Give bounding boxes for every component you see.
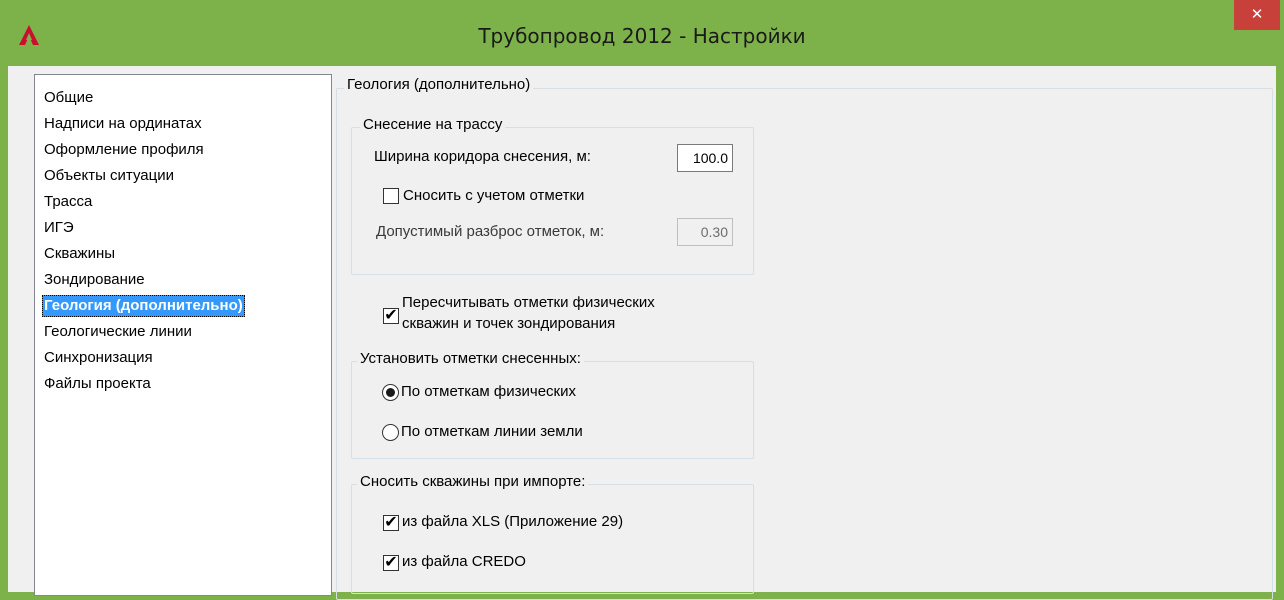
import-credo-label[interactable]: из файла CREDO <box>402 553 526 570</box>
import-xls-checkbox[interactable]: ✔ <box>383 515 399 531</box>
ground-line-elevations-label[interactable]: По отметкам линии земли <box>401 423 583 440</box>
physical-elevations-label[interactable]: По отметкам физических <box>401 383 576 400</box>
settings-category-list[interactable]: Общие Надписи на ординатах Оформление пр… <box>34 74 332 596</box>
import-xls-label[interactable]: из файла XLS (Приложение 29) <box>402 513 623 530</box>
sidebar-item-geology-extra[interactable]: Геология (дополнительно) <box>42 295 245 317</box>
sidebar-item-boreholes[interactable]: Скважины <box>42 243 117 265</box>
projection-group-title: Снесение на трассу <box>360 116 506 133</box>
corridor-width-label: Ширина коридора снесения, м: <box>374 148 591 165</box>
close-button[interactable]: ✕ <box>1234 0 1280 30</box>
snap-elevation-label[interactable]: Сносить с учетом отметки <box>403 187 584 204</box>
title-bar: Трубопровод 2012 - Настройки ✕ <box>0 0 1284 66</box>
import-credo-checkbox[interactable]: ✔ <box>383 555 399 571</box>
snap-elevation-checkbox[interactable] <box>383 188 399 204</box>
sidebar-item-route[interactable]: Трасса <box>42 191 94 213</box>
set-elevations-group-title: Установить отметки снесенных: <box>357 350 584 367</box>
sidebar-item-ige[interactable]: ИГЭ <box>42 217 76 239</box>
elevation-spread-label: Допустимый разброс отметок, м: <box>376 223 605 240</box>
sidebar-item-geologic-lines[interactable]: Геологические линии <box>42 321 194 343</box>
recalc-elevations-label-line2[interactable]: скважин и точек зондирования <box>402 315 615 332</box>
window-title: Трубопровод 2012 - Настройки <box>478 24 806 48</box>
corridor-width-input[interactable]: 100.0 <box>677 144 733 172</box>
section-title: Геология (дополнительно) <box>344 76 534 93</box>
physical-elevations-radio[interactable] <box>382 384 399 401</box>
radio-selected-dot <box>386 388 395 397</box>
sidebar-item-project-files[interactable]: Файлы проекта <box>42 373 153 395</box>
sidebar-item-sounding[interactable]: Зондирование <box>42 269 147 291</box>
dialog-client-area: Общие Надписи на ординатах Оформление пр… <box>8 66 1276 600</box>
import-projection-group: Сносить скважины при импорте: <box>351 473 754 594</box>
import-projection-group-title: Сносить скважины при импорте: <box>357 473 589 490</box>
sidebar-item-general[interactable]: Общие <box>42 87 95 109</box>
recalc-elevations-checkbox[interactable]: ✔ <box>383 308 399 324</box>
set-elevations-group: Установить отметки снесенных: <box>351 350 754 459</box>
sidebar-item-situation-objects[interactable]: Объекты ситуации <box>42 165 176 187</box>
ground-line-elevations-radio[interactable] <box>382 424 399 441</box>
recalc-elevations-label-line1[interactable]: Пересчитывать отметки физических <box>402 294 655 311</box>
elevation-spread-input[interactable]: 0.30 <box>677 218 733 246</box>
sidebar-item-ordinate-labels[interactable]: Надписи на ординатах <box>42 113 204 135</box>
sidebar-item-sync[interactable]: Синхронизация <box>42 347 155 369</box>
sidebar-item-profile-layout[interactable]: Оформление профиля <box>42 139 206 161</box>
